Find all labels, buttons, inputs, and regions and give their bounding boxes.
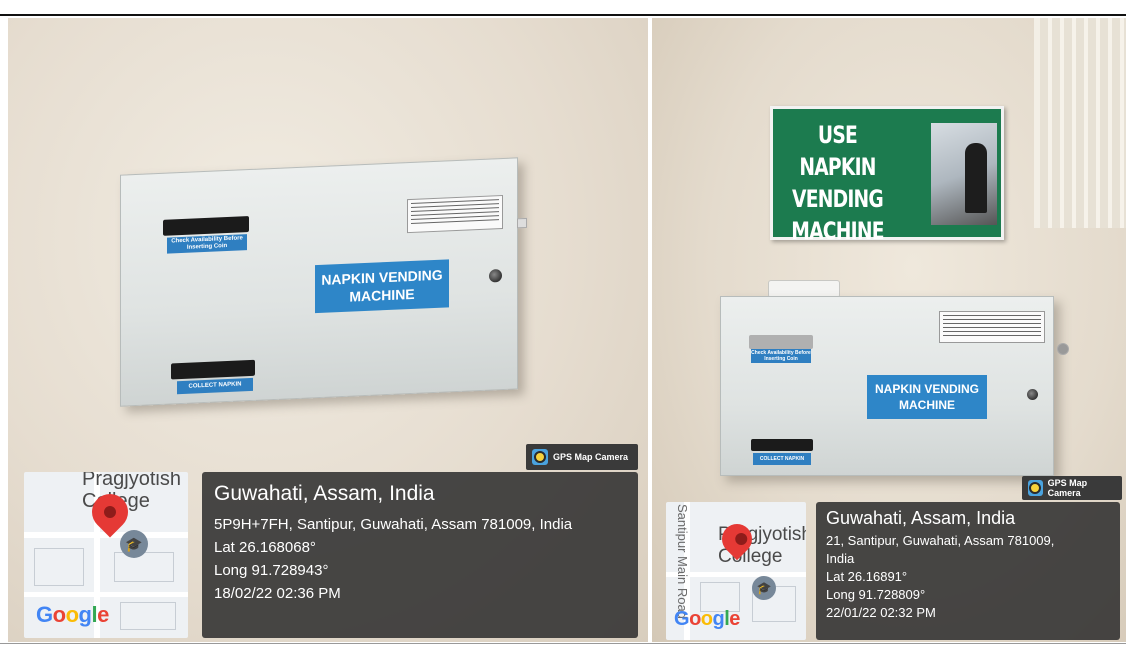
instructions-panel [407, 194, 503, 234]
college-icon: 🎓 [120, 530, 148, 558]
sign-text: USE NAPKIN VENDING MACHINE [791, 121, 884, 245]
collect-napkin-label: COLLECT NAPKIN [177, 377, 253, 395]
photo-left: Check Availability Before Inserting Coin… [8, 18, 648, 642]
location-title: Guwahati, Assam, India [214, 482, 435, 505]
check-availability-label: Check Availability Before Inserting Coin [167, 234, 247, 254]
google-logo: Google [36, 602, 109, 627]
map-thumbnail-right: Santipur Main Road Pragjyotish College 🎓… [666, 502, 806, 640]
sign-photo [931, 123, 997, 225]
napkin-outlet-slot [171, 359, 255, 380]
napkin-outlet-slot [751, 439, 813, 451]
coin-slot [163, 216, 249, 236]
location-title: Guwahati, Assam, India [826, 508, 1016, 528]
photo-right: USE NAPKIN VENDING MACHINE Check Availab… [652, 18, 1126, 642]
collect-napkin-label: COLLECT NAPKIN [753, 453, 811, 465]
latitude-text: Lat 26.168068° [214, 539, 316, 556]
address-line-1: 21, Santipur, Guwahati, Assam 781009, [826, 533, 1055, 548]
longitude-text: Long 91.728809° [826, 587, 926, 602]
gps-info-box-left: Guwahati, Assam, India 5P9H+7FH, Santipu… [202, 472, 638, 638]
google-logo: Google [674, 608, 740, 630]
datetime-text: 22/01/22 02:32 PM [826, 605, 936, 620]
window-frame [1034, 18, 1126, 228]
map-road-label: Santipur Main Road [675, 504, 690, 619]
bottom-border-line [0, 643, 1126, 644]
napkin-vending-sticker: NAPKIN VENDING MACHINE [315, 259, 449, 314]
gps-map-camera-badge: GPS Map Camera [526, 444, 638, 470]
coin-slot [749, 335, 813, 349]
longitude-text: Long 91.728943° [214, 562, 329, 579]
gps-info-box-right: Guwahati, Assam, India 21, Santipur, Guw… [816, 502, 1120, 640]
use-napkin-sign: USE NAPKIN VENDING MACHINE [770, 106, 1004, 245]
address-text: 5P9H+7FH, Santipur, Guwahati, Assam 7810… [214, 516, 573, 533]
instructions-panel [939, 311, 1045, 343]
latitude-text: Lat 26.16891° [826, 569, 908, 584]
gps-badge-label: GPS Map Camera [1047, 478, 1088, 498]
address-line-2: India [826, 551, 855, 566]
vending-machine-left: Check Availability Before Inserting Coin… [120, 157, 527, 407]
gps-badge-label: GPS Map Camera [553, 452, 629, 462]
map-thumbnail-left: Pragjyotish College 🎓 Google [24, 472, 188, 638]
lock-icon [489, 269, 502, 283]
side-handle [517, 217, 527, 229]
datetime-text: 18/02/22 02:36 PM [214, 585, 341, 602]
sign-person-figure [965, 143, 987, 213]
gps-map-camera-badge: GPS Map Camera [1022, 476, 1122, 500]
top-border-line [0, 14, 1126, 16]
gps-camera-icon [532, 449, 548, 465]
college-icon: 🎓 [752, 576, 776, 600]
gps-camera-icon [1028, 480, 1043, 496]
side-handle [1057, 343, 1069, 355]
lock-icon [1027, 389, 1038, 400]
vending-machine-right: Check Availability Before Inserting Coin… [720, 296, 1069, 476]
check-availability-label: Check Availability Before Inserting Coin [751, 349, 811, 363]
napkin-vending-sticker: NAPKIN VENDING MACHINE [867, 375, 987, 419]
